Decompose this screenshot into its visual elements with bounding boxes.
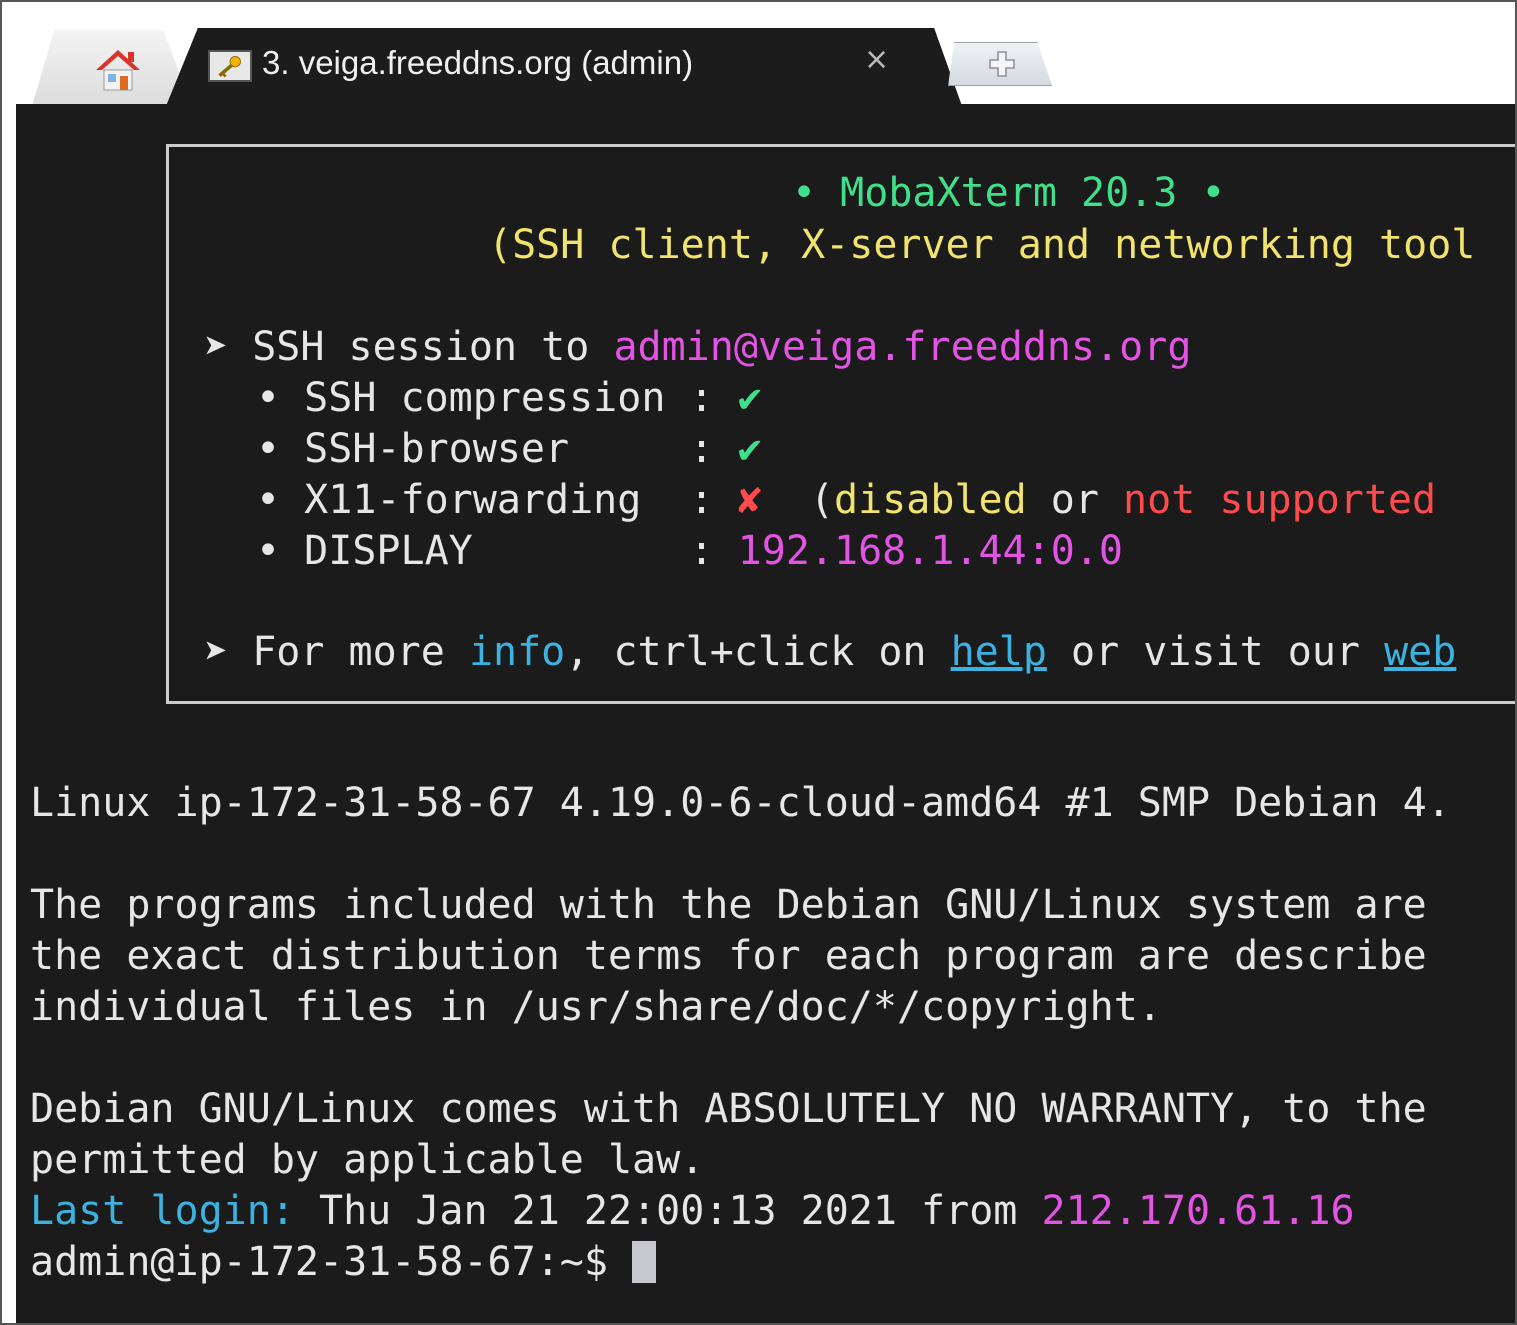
session-prefix: SSH session to	[252, 324, 590, 370]
more-mid: , ctrl+click on	[565, 629, 927, 675]
shell-prompt: admin@ip-172-31-58-67:~$	[30, 1239, 608, 1285]
info-link[interactable]: info	[469, 629, 565, 675]
check-icon: ✔	[737, 426, 762, 472]
banner-item-display: • DISPLAY : 192.168.1.44:0.0	[256, 526, 1123, 577]
display-value: 192.168.1.44:0.0	[737, 528, 1123, 574]
arrow-icon: ➤	[204, 324, 229, 370]
new-tab-button[interactable]	[948, 42, 1052, 86]
cross-icon: ✘	[737, 477, 762, 523]
house-icon	[96, 50, 140, 91]
x11-note-open: (	[809, 477, 835, 523]
shell-prompt-line[interactable]: admin@ip-172-31-58-67:~$	[30, 1237, 657, 1288]
arrow-icon: ➤	[204, 629, 229, 675]
x11-note-not-supported: not supported	[1123, 477, 1437, 523]
x11-note-or: or	[1050, 477, 1099, 523]
x11-note-disabled: disabled	[834, 477, 1027, 523]
item-label: • X11-forwarding :	[256, 477, 714, 523]
session-target: admin@veiga.freeddns.org	[613, 324, 1192, 370]
check-icon: ✔	[737, 375, 762, 421]
last-login-line: Last login: Thu Jan 21 22:00:13 2021 fro…	[30, 1186, 1355, 1237]
output-line-warranty-1: Debian GNU/Linux comes with ABSOLUTELY N…	[30, 1086, 1427, 1132]
output-line-uname: Linux ip-172-31-58-67 4.19.0-6-cloud-amd…	[30, 780, 1451, 826]
last-login-date: Thu Jan 21 22:00:13 2021 from	[319, 1188, 1018, 1234]
item-label: • SSH-browser :	[256, 426, 714, 472]
terminal[interactable]: • MobaXterm 20.3 • (SSH client, X-server…	[16, 104, 1515, 1323]
banner-subtitle: (SSH client, X-server and networking too…	[488, 222, 1476, 268]
last-login-ip: 212.170.61.16	[1041, 1188, 1355, 1234]
key-icon	[208, 50, 252, 82]
more-or: or visit our	[1071, 629, 1360, 675]
help-link[interactable]: help	[951, 629, 1047, 675]
mobaxterm-window: 3. veiga.freeddns.org (admin) × • MobaXt…	[0, 0, 1517, 1325]
close-icon[interactable]: ×	[864, 42, 889, 77]
website-link[interactable]: web	[1384, 629, 1456, 675]
banner-item-browser: • SSH-browser : ✔	[256, 424, 762, 475]
output-line-warranty-2: permitted by applicable law.	[30, 1137, 705, 1183]
banner-title: • MobaXterm 20.3 •	[792, 170, 1226, 216]
plus-icon	[989, 51, 1015, 77]
banner-more-line: ➤ For more info, ctrl+click on help or v…	[204, 627, 1456, 678]
banner-item-compression: • SSH compression : ✔	[256, 373, 762, 424]
tab-bar: 3. veiga.freeddns.org (admin) ×	[16, 22, 1515, 106]
tab-title: 3. veiga.freeddns.org (admin)	[262, 44, 694, 81]
output-line-license-2: the exact distribution terms for each pr…	[30, 933, 1427, 979]
text-cursor	[632, 1241, 657, 1283]
more-prefix: For more	[252, 629, 445, 675]
item-label: • SSH compression :	[256, 375, 714, 421]
output-line-license-3: individual files in /usr/share/doc/*/cop…	[30, 984, 1162, 1030]
last-login-label: Last login:	[30, 1188, 295, 1234]
banner-item-x11: • X11-forwarding : ✘ (disabled or not su…	[256, 475, 1436, 526]
banner-session-line: ➤ SSH session to admin@veiga.freeddns.or…	[204, 322, 1191, 373]
output-line-license-1: The programs included with the Debian GN…	[30, 882, 1427, 928]
tab-home[interactable]	[32, 30, 192, 106]
item-label: • DISPLAY :	[256, 528, 714, 574]
